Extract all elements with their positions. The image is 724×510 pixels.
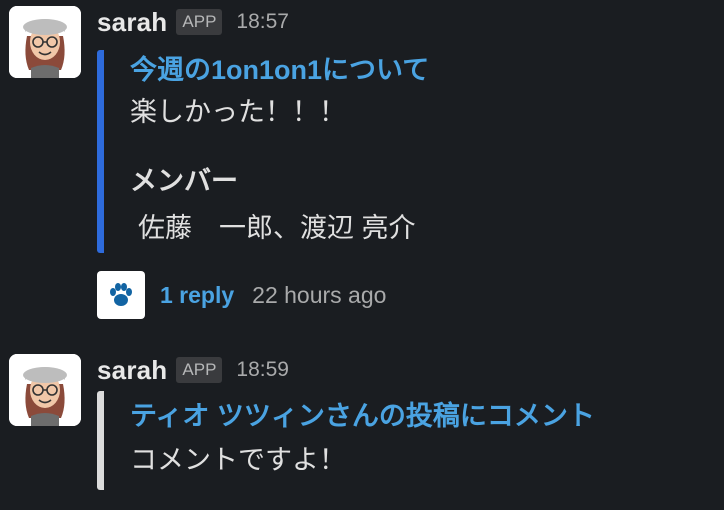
timestamp[interactable]: 18:59	[236, 358, 289, 382]
reply-count-link[interactable]: 1 reply	[160, 282, 234, 309]
avatar[interactable]	[9, 354, 81, 426]
message-header: sarah APP 18:57	[97, 6, 289, 38]
message-attachment: ティオ ツツィンさんの投稿にコメント コメントですよ！	[97, 391, 595, 490]
field-value: 佐藤 一郎、渡辺 亮介	[138, 213, 416, 243]
field-title: メンバー	[130, 166, 238, 196]
sender-name[interactable]: sarah	[97, 7, 167, 38]
sender-name[interactable]: sarah	[97, 355, 167, 386]
timestamp[interactable]: 18:57	[236, 10, 289, 34]
paw-icon	[97, 271, 145, 319]
app-badge: APP	[176, 357, 223, 383]
message-header: sarah APP 18:59	[97, 354, 289, 386]
attachment-text: 楽しかった！！！	[130, 97, 346, 127]
attachment-text: コメントですよ！	[130, 445, 346, 475]
last-reply-time: 22 hours ago	[252, 281, 387, 308]
avatar[interactable]	[9, 6, 81, 78]
app-badge: APP	[176, 9, 223, 35]
attachment-title[interactable]: ティオ ツツィンさんの投稿にコメント	[130, 398, 595, 434]
avatar-illustration	[9, 6, 81, 78]
avatar-illustration	[9, 354, 81, 426]
thread-summary[interactable]: 1 reply 22 hours ago	[97, 271, 386, 319]
message-attachment: 今週の1on1on1について 楽しかった！！！ メンバー 佐藤 一郎、渡辺 亮介	[97, 50, 429, 253]
attachment-title[interactable]: 今週の1on1on1について	[130, 52, 429, 88]
